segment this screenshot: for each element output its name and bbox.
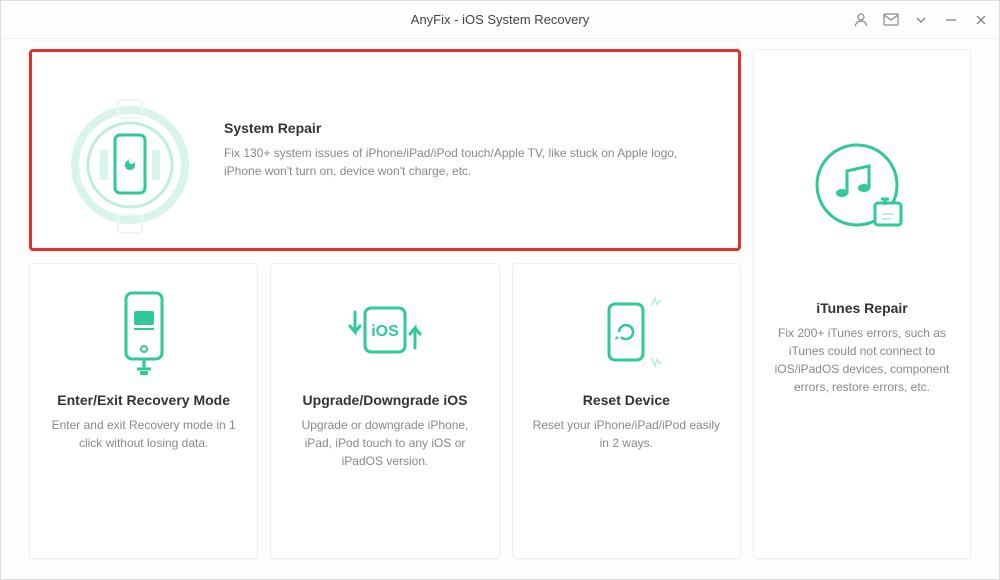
chevron-down-icon[interactable] bbox=[913, 12, 929, 28]
mail-icon[interactable] bbox=[883, 12, 899, 28]
card-system-repair[interactable]: System Repair Fix 130+ system issues of … bbox=[29, 49, 741, 251]
right-column: iTunes Repair Fix 200+ iTunes errors, su… bbox=[753, 49, 971, 559]
system-repair-icon bbox=[60, 80, 200, 220]
upgrade-downgrade-icon: iOS bbox=[335, 282, 435, 382]
itunes-repair-title: iTunes Repair bbox=[816, 300, 908, 316]
close-icon[interactable] bbox=[973, 12, 989, 28]
window-title: AnyFix - iOS System Recovery bbox=[411, 12, 589, 27]
titlebar-controls bbox=[853, 12, 989, 28]
itunes-repair-desc: Fix 200+ iTunes errors, such as iTunes c… bbox=[772, 324, 952, 396]
minimize-icon[interactable] bbox=[943, 12, 959, 28]
system-repair-text: System Repair Fix 130+ system issues of … bbox=[224, 120, 710, 180]
recovery-mode-title: Enter/Exit Recovery Mode bbox=[57, 392, 230, 408]
svg-text:iOS: iOS bbox=[371, 323, 399, 340]
itunes-repair-icon bbox=[807, 90, 917, 290]
upgrade-downgrade-desc: Upgrade or downgrade iPhone, iPad, iPod … bbox=[289, 416, 480, 470]
card-itunes-repair[interactable]: iTunes Repair Fix 200+ iTunes errors, su… bbox=[753, 49, 971, 559]
titlebar: AnyFix - iOS System Recovery bbox=[1, 1, 999, 39]
system-repair-title: System Repair bbox=[224, 120, 710, 136]
reset-device-desc: Reset your iPhone/iPad/iPod easily in 2 … bbox=[531, 416, 722, 452]
upgrade-downgrade-title: Upgrade/Downgrade iOS bbox=[303, 392, 468, 408]
card-reset-device[interactable]: Reset Device Reset your iPhone/iPad/iPod… bbox=[512, 263, 741, 559]
main-content: System Repair Fix 130+ system issues of … bbox=[1, 39, 999, 579]
reset-device-icon bbox=[581, 282, 671, 382]
account-icon[interactable] bbox=[853, 12, 869, 28]
card-row: Enter/Exit Recovery Mode Enter and exit … bbox=[29, 263, 741, 559]
card-recovery-mode[interactable]: Enter/Exit Recovery Mode Enter and exit … bbox=[29, 263, 258, 559]
card-upgrade-downgrade[interactable]: iOS Upgrade/Downgrade iOS Upgrade or dow… bbox=[270, 263, 499, 559]
left-column: System Repair Fix 130+ system issues of … bbox=[29, 49, 741, 559]
reset-device-title: Reset Device bbox=[583, 392, 670, 408]
recovery-mode-desc: Enter and exit Recovery mode in 1 click … bbox=[48, 416, 239, 452]
app-window: AnyFix - iOS System Recovery bbox=[0, 0, 1000, 580]
recovery-mode-icon bbox=[104, 282, 184, 382]
system-repair-desc: Fix 130+ system issues of iPhone/iPad/iP… bbox=[224, 144, 710, 180]
